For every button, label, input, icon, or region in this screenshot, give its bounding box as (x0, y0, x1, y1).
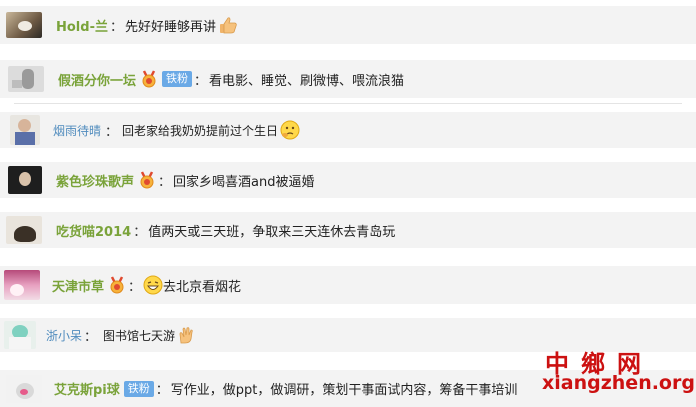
medal-icon (110, 276, 124, 294)
comment-text: 看电影、睡觉、刷微博、喂流浪猫 (209, 73, 405, 89)
clapping-hands-emoji (179, 327, 193, 344)
comment-text: 值两天或三天班，争取来三天连休去青岛玩 (148, 224, 396, 240)
avatar[interactable] (6, 216, 42, 244)
comment-row: 吃货喵2014 ： 值两天或三天班，争取来三天连休去青岛玩 (0, 212, 696, 248)
medal-icon (142, 70, 156, 88)
laughing-emoji (143, 275, 163, 295)
comment-row: 浙小呆 ： 图书馆七天游 (0, 318, 696, 352)
colon: ： (158, 174, 172, 190)
colon: ： (155, 383, 169, 398)
comment-text: 写作业，做ppt，做调研，策划干事面试内容，筹备干事培训 (170, 383, 518, 398)
commenter-name[interactable]: 浙小呆 (46, 327, 82, 344)
avatar[interactable] (6, 374, 42, 403)
avatar[interactable] (8, 66, 44, 92)
commenter-name[interactable]: 烟雨待晴 (53, 122, 101, 139)
comment-row: 假酒分你一坛 铁粉 ： 看电影、睡觉、刷微博、喂流浪猫 (0, 60, 696, 98)
comment-text: 图书馆七天游 (103, 328, 176, 343)
avatar[interactable] (4, 321, 36, 349)
comment-row: 艾克斯pi球 铁粉 ： 写作业，做ppt，做调研，策划干事面试内容，筹备干事培训 (0, 370, 696, 407)
comment-text: 先好好睡够再讲 (124, 19, 216, 35)
comment-row: Hold-兰 ： 先好好睡够再讲 (0, 6, 696, 44)
avatar[interactable] (4, 270, 40, 300)
colon: ： (194, 73, 208, 89)
avatar[interactable] (6, 12, 42, 38)
thumbs-up-emoji (220, 17, 237, 34)
comment-row: 天津市草 ： 去北京看烟花 (0, 266, 696, 304)
colon: ： (128, 279, 142, 295)
colon: ： (109, 19, 123, 35)
avatar[interactable] (8, 166, 42, 194)
medal-icon (140, 171, 154, 189)
comment-text: 回老家给我奶奶提前过个生日 (122, 123, 279, 138)
commenter-name[interactable]: 艾克斯pi球 (54, 379, 120, 398)
commenter-name[interactable]: Hold-兰 (56, 16, 108, 35)
colon: ： (105, 124, 119, 140)
divider (14, 103, 682, 104)
thinking-emoji (280, 120, 300, 140)
fan-badge: 铁粉 (162, 71, 193, 87)
commenter-name[interactable]: 天津市草 (52, 276, 104, 295)
commenter-name[interactable]: 假酒分你一坛 (58, 70, 136, 89)
comment-text: 去北京看烟花 (163, 279, 242, 295)
comment-row: 紫色珍珠歌声 ： 回家乡喝喜酒and被逼婚 (0, 162, 696, 198)
comment-row: 烟雨待晴 ： 回老家给我奶奶提前过个生日 (0, 112, 696, 148)
colon: ： (84, 329, 98, 345)
commenter-name[interactable]: 紫色珍珠歌声 (56, 171, 134, 190)
comment-text: 回家乡喝喜酒and被逼婚 (173, 174, 315, 190)
avatar[interactable] (10, 115, 40, 145)
colon: ： (133, 224, 147, 240)
commenter-name[interactable]: 吃货喵2014 (56, 221, 131, 240)
fan-badge: 铁粉 (123, 380, 154, 397)
